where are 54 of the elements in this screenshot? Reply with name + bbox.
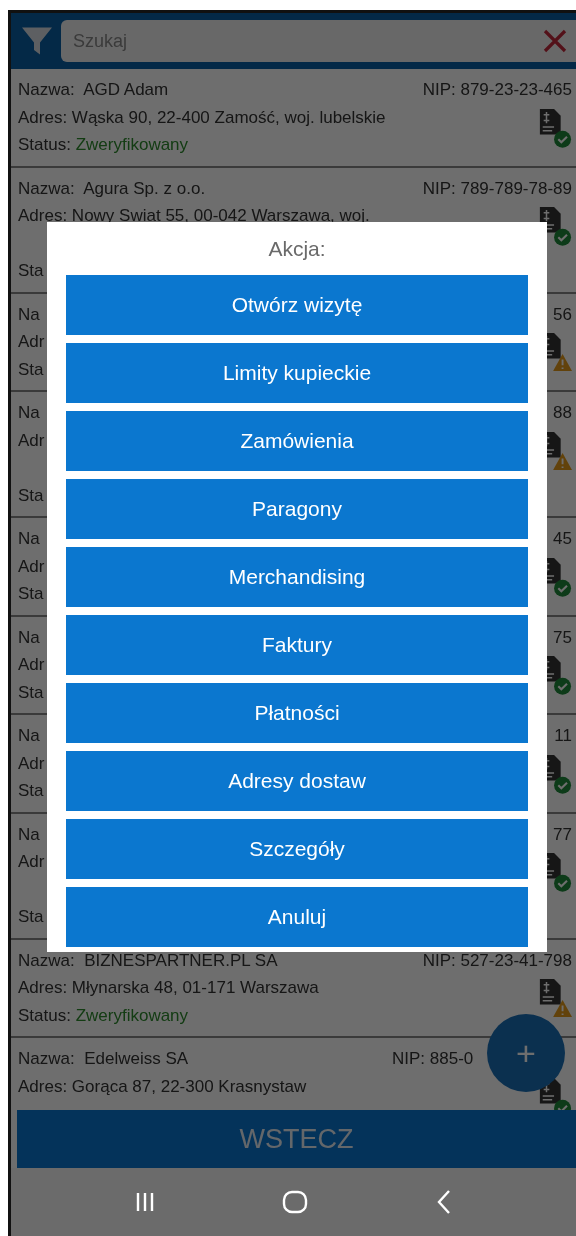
action-button[interactable]: Faktury: [66, 615, 528, 675]
client-name: Nazwa: BIZNESPARTNER.PL SA: [18, 949, 278, 972]
action-button[interactable]: Zamówienia: [66, 411, 528, 471]
home-icon[interactable]: [281, 1188, 310, 1216]
client-nip: 45: [553, 529, 572, 548]
client-name: Nazwa: Edelweiss SA: [18, 1048, 189, 1070]
action-button[interactable]: Anuluj: [66, 887, 528, 947]
client-nip: 77: [553, 824, 572, 844]
client-address: Adr: [18, 852, 45, 871]
client-name: Nazwa: Agura Sp. z o.o.: [18, 177, 206, 200]
status-value: Zweryfikowany: [75, 1005, 189, 1025]
status-label: Sta: [18, 781, 44, 800]
client-name: Na: [18, 725, 40, 747]
client-address: Adr: [18, 655, 45, 674]
action-button[interactable]: Adresy dostaw: [66, 751, 528, 811]
client-address: Adres: Wąska 90, 22-400 Zamość, woj. lubelskie: [18, 107, 386, 127]
client-address: Adr: [18, 556, 45, 576]
action-button[interactable]: Szczegóły: [66, 819, 528, 879]
client-nip: NIP: 879-23-23-465: [422, 80, 572, 99]
client-nip: 56: [553, 304, 572, 324]
client-name: Na: [18, 402, 40, 424]
client-address: Adr: [18, 753, 45, 773]
action-button[interactable]: Paragony: [66, 479, 528, 539]
client-nip: 11: [554, 726, 572, 745]
client-address: Adres: Młynarska 48, 01-171 Warszawa: [18, 978, 319, 997]
client-name: Na: [18, 626, 40, 649]
dialog-title: Akcja:: [267, 236, 327, 262]
action-button[interactable]: Merchandising: [66, 547, 528, 607]
client-address: Adr: [18, 332, 45, 351]
status-label: Sta: [18, 682, 44, 702]
status-label: Sta: [18, 907, 44, 926]
client-address: Adres: Gorąca 87, 22-300 Krasnystaw: [18, 1076, 307, 1096]
client-nip: 88: [553, 403, 572, 422]
client-name: Na: [18, 303, 40, 326]
status-value: Zweryfikowany: [75, 135, 189, 154]
client-nip: 75: [553, 627, 572, 647]
client-address: Adres: Nowy Swiat 55, 00-042 Warszawa, woj.: [18, 206, 370, 225]
client-name: Na: [18, 528, 40, 550]
action-button[interactable]: Płatności: [66, 683, 528, 743]
client-nip: NIP: 789-789-78-89: [422, 178, 572, 198]
status-label: Status:: [18, 1005, 71, 1025]
action-button[interactable]: Limity kupieckie: [66, 343, 528, 403]
client-name: Na: [18, 823, 40, 846]
add-button[interactable]: +: [487, 1014, 565, 1092]
status-label: Sta: [18, 359, 44, 379]
status-label: Sta: [18, 261, 44, 280]
client-address: Adr: [18, 430, 45, 450]
action-button[interactable]: Otwórz wizytę: [66, 275, 528, 335]
client-nip: NIP: 527-23-41-798: [422, 950, 572, 970]
client-nip: NIP: 885-0: [392, 1049, 474, 1068]
status-label: Status:: [18, 135, 71, 154]
client-name: Nazwa: AGD Adam: [18, 79, 169, 101]
status-label: Sta: [18, 485, 44, 505]
status-label: Sta: [18, 584, 44, 603]
